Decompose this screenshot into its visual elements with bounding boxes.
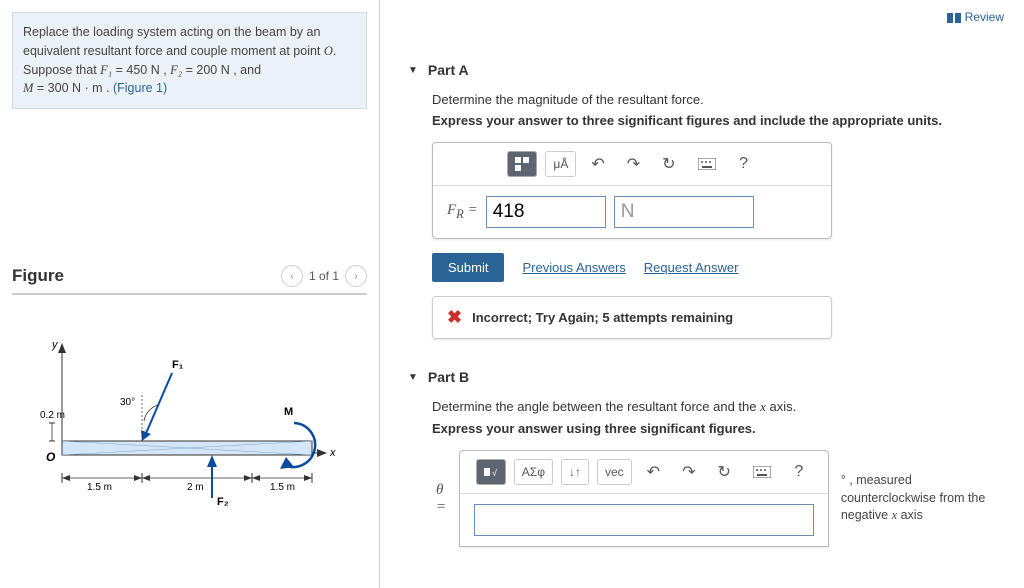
- figure-counter: 1 of 1: [309, 269, 339, 283]
- review-link[interactable]: Review: [947, 10, 1004, 24]
- part-a-instructions: Express your answer to three significant…: [432, 113, 996, 128]
- keyboard-button[interactable]: [691, 151, 723, 177]
- arrows-button[interactable]: ↓↑: [561, 459, 589, 485]
- help-button-b[interactable]: ?: [786, 459, 812, 485]
- var-F1: F₁: [100, 63, 112, 77]
- problem-text-1: Replace the loading system acting on the…: [23, 25, 324, 58]
- redo-button-b[interactable]: ↷: [675, 459, 702, 485]
- undo-button-b[interactable]: ↶: [640, 459, 667, 485]
- templates-button[interactable]: [507, 151, 537, 177]
- vec-button[interactable]: vec: [597, 459, 632, 485]
- part-a-answer-box: μÅ ↶ ↷ ↻ ? FR =: [432, 142, 832, 239]
- svg-text:F₁: F₁: [172, 359, 184, 371]
- right-panel: Review ▼ Part A Determine the magnitude …: [380, 0, 1024, 588]
- reset-button-b[interactable]: ↻: [710, 459, 737, 485]
- part-b-value-input[interactable]: [474, 504, 814, 536]
- part-a-prompt: Determine the magnitude of the resultant…: [432, 92, 996, 107]
- svg-text:x: x: [329, 447, 336, 459]
- var-F2: F₂: [170, 63, 182, 77]
- previous-answers-link[interactable]: Previous Answers: [522, 260, 625, 275]
- part-a-feedback: ✖ Incorrect; Try Again; 5 attempts remai…: [432, 296, 832, 339]
- part-b-title: Part B: [428, 369, 469, 385]
- part-b-instructions: Express your answer using three signific…: [432, 421, 996, 436]
- part-a-unit-input[interactable]: [614, 196, 754, 228]
- svg-text:1.5 m: 1.5 m: [270, 482, 295, 493]
- svg-text:√: √: [492, 468, 497, 478]
- undo-button[interactable]: ↶: [584, 151, 611, 177]
- svg-text:y: y: [51, 339, 59, 351]
- svg-text:0.2 m: 0.2 m: [40, 410, 65, 421]
- figure-title: Figure: [12, 266, 64, 286]
- incorrect-icon: ✖: [447, 307, 462, 328]
- part-a: ▼ Part A Determine the magnitude of the …: [408, 62, 996, 339]
- templates-button-b[interactable]: √: [476, 459, 506, 485]
- caret-down-icon: ▼: [408, 372, 418, 383]
- part-b: ▼ Part B Determine the angle between the…: [408, 369, 996, 547]
- svg-text:M: M: [284, 406, 293, 418]
- var-M: M: [23, 81, 33, 95]
- svg-text:2 m: 2 m: [187, 482, 204, 493]
- figure-nav: ‹ 1 of 1 ›: [281, 265, 367, 287]
- figure-diagram: y x O 0.2 m: [12, 323, 367, 523]
- reset-button[interactable]: ↻: [655, 151, 682, 177]
- part-a-toolbar: μÅ ↶ ↷ ↻ ?: [433, 143, 831, 186]
- svg-text:F₂: F₂: [217, 496, 229, 508]
- problem-statement: Replace the loading system acting on the…: [12, 12, 367, 109]
- keyboard-button-b[interactable]: [746, 459, 778, 485]
- svg-text:30°: 30°: [120, 397, 135, 408]
- part-b-suffix: ° , measured counterclockwise from the n…: [841, 472, 996, 525]
- part-a-header[interactable]: ▼ Part A: [408, 62, 996, 78]
- part-a-var-label: FR =: [447, 202, 478, 222]
- svg-text:1.5 m: 1.5 m: [87, 482, 112, 493]
- figure-link[interactable]: (Figure 1): [113, 81, 167, 95]
- part-b-header[interactable]: ▼ Part B: [408, 369, 996, 385]
- point-O: O: [324, 44, 333, 58]
- part-b-var-label: θ =: [432, 482, 447, 516]
- redo-button[interactable]: ↷: [620, 151, 647, 177]
- left-panel: Replace the loading system acting on the…: [0, 0, 380, 588]
- figure-section: Figure ‹ 1 of 1 › y x: [12, 259, 367, 523]
- symbols-button[interactable]: ΑΣφ: [514, 459, 553, 485]
- svg-text:O: O: [46, 450, 56, 464]
- part-a-title: Part A: [428, 62, 469, 78]
- caret-down-icon: ▼: [408, 65, 418, 76]
- book-icon: [947, 12, 961, 22]
- units-button[interactable]: μÅ: [545, 151, 576, 177]
- part-a-submit-button[interactable]: Submit: [432, 253, 504, 282]
- help-button[interactable]: ?: [731, 151, 757, 177]
- request-answer-link[interactable]: Request Answer: [644, 260, 739, 275]
- figure-next-button[interactable]: ›: [345, 265, 367, 287]
- figure-prev-button[interactable]: ‹: [281, 265, 303, 287]
- part-b-answer-box: √ ΑΣφ ↓↑ vec ↶ ↷ ↻ ?: [459, 450, 829, 547]
- feedback-text: Incorrect; Try Again; 5 attempts remaini…: [472, 310, 733, 325]
- part-a-value-input[interactable]: [486, 196, 606, 228]
- part-b-prompt: Determine the angle between the resultan…: [432, 399, 996, 415]
- part-b-toolbar: √ ΑΣφ ↓↑ vec ↶ ↷ ↻ ?: [460, 451, 828, 494]
